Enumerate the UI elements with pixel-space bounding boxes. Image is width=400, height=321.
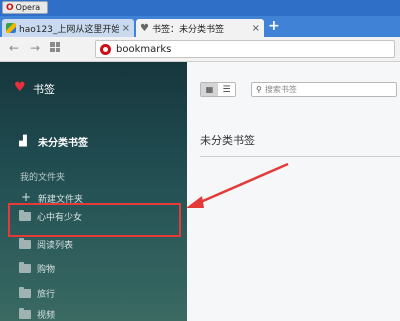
back-button[interactable]: ← (9, 41, 19, 55)
folder-label: 视频 (37, 310, 56, 321)
annotation-highlight-box (8, 203, 181, 237)
list-view-icon[interactable]: ☰ (218, 83, 235, 96)
sidebar-folder-item[interactable]: 视频 (19, 307, 55, 321)
bookmark-search-input[interactable]: ⚲ 搜索书签 (251, 82, 397, 97)
heart-icon: ♥ (140, 22, 149, 34)
folder-icon (19, 261, 31, 273)
address-text: bookmarks (116, 43, 172, 55)
speed-dial-icon[interactable] (50, 42, 60, 52)
folder-icon (19, 307, 31, 319)
sidebar-item-unsorted[interactable]: 未分类书签 (38, 134, 88, 149)
opera-menu-label: Opera (15, 3, 41, 12)
folder-icon (19, 286, 31, 298)
folder-label: 购物 (37, 264, 56, 275)
grid-view-icon[interactable]: ▦ (201, 83, 218, 96)
heart-icon: ♥ (14, 80, 26, 95)
opera-menu-button[interactable]: O Opera (2, 1, 48, 14)
plus-icon[interactable]: + (21, 190, 31, 204)
divider (200, 156, 400, 157)
bookmarks-main-panel: ▦ ☰ ⚲ 搜索书签 未分类书签 (187, 62, 400, 321)
sidebar-folder-item[interactable]: 旅行 (19, 286, 55, 300)
sidebar-folder-item[interactable]: 购物 (19, 261, 55, 275)
opera-logo-icon: O (6, 2, 14, 13)
tab-title: hao123_上网从这里开始 (19, 24, 119, 35)
address-toolbar: ← → bookmarks (0, 37, 400, 62)
sidebar-folder-item[interactable]: 阅读列表 (19, 237, 73, 251)
close-tab-icon[interactable]: × (122, 23, 130, 34)
view-toggle: ▦ ☰ (200, 82, 236, 97)
folder-label: 旅行 (37, 289, 56, 300)
window-titlebar: O Opera (0, 0, 400, 16)
section-title: 未分类书签 (200, 134, 255, 147)
tab-strip: hao123_上网从这里开始 × ♥ 书签：未分类书签 × + (0, 16, 400, 37)
my-folders-heading: 我的文件夹 (20, 173, 66, 183)
folder-label: 阅读列表 (37, 240, 74, 251)
search-icon: ⚲ (256, 85, 262, 94)
search-placeholder: 搜索书签 (264, 85, 297, 94)
bookmark-grid-icon: ▟ (19, 136, 27, 147)
opera-page-icon (100, 43, 111, 55)
forward-button[interactable]: → (30, 41, 40, 55)
address-field[interactable]: bookmarks (95, 40, 395, 58)
folder-icon (19, 237, 31, 249)
new-tab-button[interactable]: + (268, 18, 280, 34)
bookmarks-sidebar: ♥ 书签 ▟ 未分类书签 我的文件夹 + 新建文件夹 心中有少女 阅读列表 购物… (0, 62, 187, 321)
tab-title: 书签：未分类书签 (151, 24, 224, 35)
tab-bookmarks[interactable]: ♥ 书签：未分类书签 × (136, 19, 264, 37)
tab-hao123[interactable]: hao123_上网从这里开始 × (2, 19, 134, 37)
hao123-favicon-icon (6, 23, 16, 33)
sidebar-title: 书签 (33, 83, 55, 96)
close-tab-icon[interactable]: × (252, 23, 260, 34)
